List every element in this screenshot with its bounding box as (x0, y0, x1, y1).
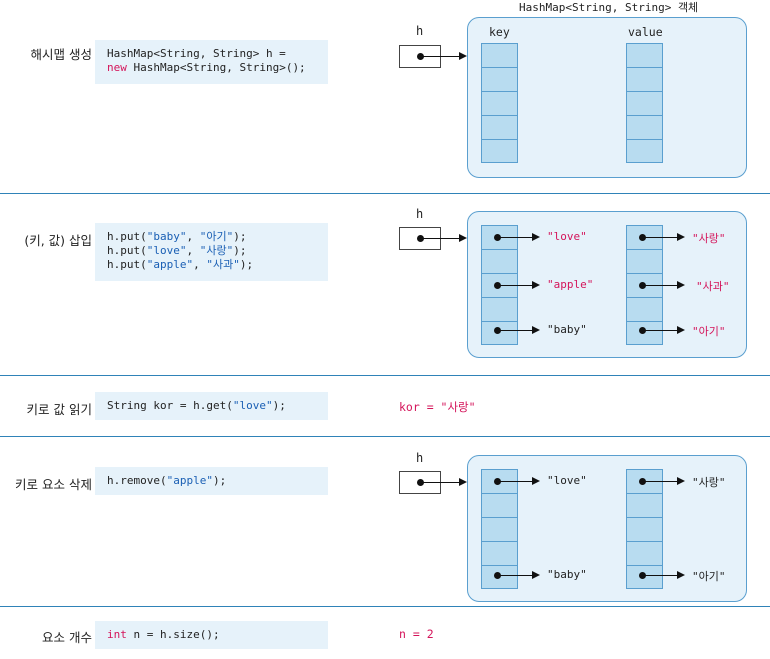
key-string: "love" (547, 474, 587, 487)
hashmap-object: key value (467, 17, 747, 178)
code-block-create: HashMap<String, String> h = new HashMap<… (95, 40, 328, 84)
key-column (481, 469, 518, 589)
code-keyword: int (107, 628, 127, 641)
key-string: "baby" (547, 323, 587, 336)
code-line: String kor = h.get("love"); (107, 399, 286, 412)
ref-arrow-head (459, 234, 467, 242)
section-label-create: 해시맵 생성 (30, 47, 92, 62)
value-string: "사과" (696, 280, 730, 293)
entry-arrow-line (643, 330, 677, 331)
entry-arrow-line (498, 237, 532, 238)
code-line: HashMap<String, String> h = (107, 47, 286, 60)
code-keyword: new (107, 61, 127, 74)
entry-arrow-head (677, 233, 685, 241)
code-line: h.put("baby", "아기"); (107, 230, 247, 243)
ref-var-label: h (416, 207, 424, 221)
code-block-remove: h.remove("apple"); (95, 467, 328, 495)
get-result: kor = "사랑" (399, 400, 476, 414)
ref-arrow-line (421, 482, 459, 483)
value-string: "사랑" (692, 232, 726, 245)
entry-arrow-line (498, 285, 532, 286)
size-result: n = 2 (399, 627, 434, 641)
value-column (626, 43, 663, 163)
code-line: new HashMap<String, String>(); (107, 61, 328, 75)
value-string: "아기" (692, 325, 726, 338)
value-string: "아기" (692, 570, 726, 583)
code-block-get: String kor = h.get("love"); (95, 392, 328, 420)
code-text: HashMap<String, String>(); (126, 61, 306, 74)
ref-arrow-head (459, 478, 467, 486)
ref-arrow-head (459, 52, 467, 60)
key-string: "love" (547, 230, 587, 243)
code-line: h.put("apple", "사과"); (107, 258, 254, 271)
code-block-insert: h.put("baby", "아기"); h.put("love", "사랑")… (95, 223, 328, 281)
key-column-header: key (489, 25, 510, 39)
entry-arrow-head (532, 326, 540, 334)
entry-arrow-head (677, 477, 685, 485)
code-line: h.remove("apple"); (107, 474, 227, 487)
entry-arrow-line (643, 575, 677, 576)
section-separator (0, 436, 770, 437)
value-column (626, 469, 663, 589)
code-line: int n = h.size(); (107, 628, 328, 642)
object-title: HashMap<String, String> 객체 (519, 1, 699, 14)
section-label-size: 요소 개수 (42, 630, 92, 645)
entry-arrow-head (532, 233, 540, 241)
entry-arrow-line (643, 237, 677, 238)
entry-arrow-head (532, 571, 540, 579)
section-separator (0, 193, 770, 194)
code-text: n = h.size(); (126, 628, 220, 641)
value-string: "사랑" (692, 476, 726, 489)
entry-arrow-line (643, 481, 677, 482)
section-label-get: 키로 값 읽기 (26, 402, 92, 417)
entry-arrow-head (677, 281, 685, 289)
key-string: "baby" (547, 568, 587, 581)
ref-arrow-line (421, 56, 459, 57)
section-label-remove: 키로 요소 삭제 (15, 477, 92, 492)
key-column (481, 43, 518, 163)
section-separator (0, 375, 770, 376)
entry-arrow-head (532, 281, 540, 289)
code-block-size: int n = h.size(); (95, 621, 328, 649)
value-column-header: value (628, 25, 663, 39)
ref-var-label: h (416, 451, 424, 465)
entry-arrow-line (498, 481, 532, 482)
section-label-insert: (키, 값) 삽입 (24, 233, 92, 248)
ref-var-label: h (416, 24, 424, 38)
entry-arrow-line (498, 575, 532, 576)
section-separator (0, 606, 770, 607)
entry-arrow-head (677, 571, 685, 579)
entry-arrow-line (643, 285, 677, 286)
entry-arrow-line (498, 330, 532, 331)
entry-arrow-head (677, 326, 685, 334)
entry-arrow-head (532, 477, 540, 485)
ref-arrow-line (421, 238, 459, 239)
code-line: h.put("love", "사랑"); (107, 244, 247, 257)
key-string: "apple" (547, 278, 594, 291)
